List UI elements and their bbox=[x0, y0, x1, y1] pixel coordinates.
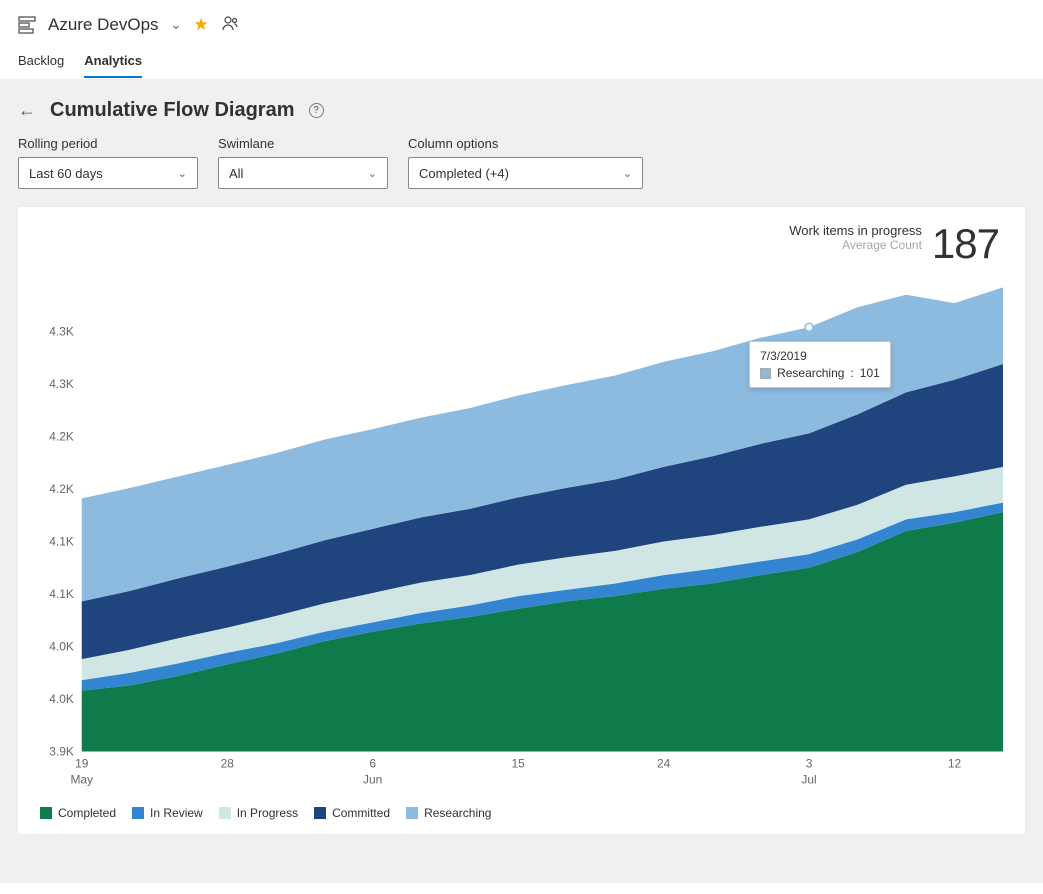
tabs: Backlog Analytics bbox=[0, 41, 1043, 79]
svg-text:Jun: Jun bbox=[363, 772, 382, 786]
svg-text:Jul: Jul bbox=[801, 772, 816, 786]
legend-swatch bbox=[40, 807, 52, 819]
svg-text:4.0K: 4.0K bbox=[49, 639, 74, 653]
page-body: ← Cumulative Flow Diagram ? Rolling peri… bbox=[0, 79, 1043, 883]
legend-label: Committed bbox=[332, 806, 390, 820]
legend-item[interactable]: Committed bbox=[314, 806, 390, 820]
svg-text:4.3K: 4.3K bbox=[49, 324, 74, 338]
chart-card: Work items in progress Average Count 187… bbox=[18, 207, 1025, 834]
svg-text:4.0K: 4.0K bbox=[49, 692, 74, 706]
kpi: Work items in progress Average Count 187 bbox=[34, 223, 999, 265]
legend-swatch bbox=[406, 807, 418, 819]
help-icon[interactable]: ? bbox=[309, 103, 324, 118]
svg-text:12: 12 bbox=[948, 756, 962, 770]
select-value: All bbox=[229, 166, 243, 181]
tooltip-series: Researching bbox=[777, 366, 844, 380]
legend-item[interactable]: In Progress bbox=[219, 806, 298, 820]
filter-label: Swimlane bbox=[218, 136, 388, 151]
legend-swatch bbox=[132, 807, 144, 819]
column-options-select[interactable]: Completed (+4) ⌄ bbox=[408, 157, 643, 189]
select-value: Completed (+4) bbox=[419, 166, 509, 181]
svg-text:19: 19 bbox=[75, 756, 89, 770]
legend-swatch bbox=[314, 807, 326, 819]
filter-rolling-period: Rolling period Last 60 days ⌄ bbox=[18, 136, 198, 189]
kpi-label: Work items in progress bbox=[789, 223, 922, 238]
rolling-period-select[interactable]: Last 60 days ⌄ bbox=[18, 157, 198, 189]
tooltip-value: 101 bbox=[860, 366, 880, 380]
svg-text:6: 6 bbox=[369, 756, 376, 770]
svg-text:4.1K: 4.1K bbox=[49, 587, 74, 601]
chevron-down-icon: ⌄ bbox=[368, 167, 377, 180]
filter-columns: Column options Completed (+4) ⌄ bbox=[408, 136, 643, 189]
product-title[interactable]: Azure DevOps bbox=[48, 15, 159, 35]
select-value: Last 60 days bbox=[29, 166, 103, 181]
svg-text:4.2K: 4.2K bbox=[49, 482, 74, 496]
legend-label: In Review bbox=[150, 806, 203, 820]
chart-legend: Completed In Review In Progress Committed Re… bbox=[34, 796, 1009, 824]
svg-text:24: 24 bbox=[657, 756, 671, 770]
chart-wrap: 3.9K 4.0K 4.0K 4.1K 4.1K 4.2K 4.2K 4.3K 4.3K 19 28… bbox=[34, 269, 1009, 796]
back-arrow-icon[interactable]: ← bbox=[18, 100, 36, 121]
legend-item[interactable]: Researching bbox=[406, 806, 491, 820]
chevron-down-icon: ⌄ bbox=[178, 167, 187, 180]
legend-item[interactable]: Completed bbox=[40, 806, 116, 820]
board-icon bbox=[18, 16, 36, 34]
svg-text:15: 15 bbox=[512, 756, 526, 770]
star-icon[interactable]: ★ bbox=[193, 15, 208, 35]
legend-label: Completed bbox=[58, 806, 116, 820]
header-bar: Azure DevOps ⌄ ★ bbox=[0, 0, 1043, 41]
filter-label: Rolling period bbox=[18, 136, 198, 151]
chevron-down-icon[interactable]: ⌄ bbox=[171, 17, 182, 33]
kpi-sublabel: Average Count bbox=[789, 238, 922, 252]
chevron-down-icon: ⌄ bbox=[623, 167, 632, 180]
svg-text:4.1K: 4.1K bbox=[49, 534, 74, 548]
kpi-value: 187 bbox=[932, 223, 999, 265]
filters: Rolling period Last 60 days ⌄ Swimlane A… bbox=[18, 136, 1025, 189]
filter-label: Column options bbox=[408, 136, 643, 151]
tab-analytics[interactable]: Analytics bbox=[84, 45, 142, 78]
chart-tooltip: 7/3/2019 Researching : 101 bbox=[749, 341, 891, 388]
tooltip-swatch bbox=[760, 368, 771, 379]
tooltip-date: 7/3/2019 bbox=[760, 349, 880, 363]
tab-backlog[interactable]: Backlog bbox=[18, 45, 64, 78]
svg-text:3: 3 bbox=[806, 756, 813, 770]
svg-text:4.2K: 4.2K bbox=[49, 429, 74, 443]
legend-swatch bbox=[219, 807, 231, 819]
team-icon[interactable] bbox=[221, 14, 239, 35]
swimlane-select[interactable]: All ⌄ bbox=[218, 157, 388, 189]
svg-text:4.3K: 4.3K bbox=[49, 377, 74, 391]
title-bar: ← Cumulative Flow Diagram ? bbox=[18, 99, 1025, 122]
svg-text:May: May bbox=[70, 772, 93, 786]
legend-label: In Progress bbox=[237, 806, 298, 820]
filter-swimlane: Swimlane All ⌄ bbox=[218, 136, 388, 189]
legend-item[interactable]: In Review bbox=[132, 806, 203, 820]
svg-text:3.9K: 3.9K bbox=[49, 744, 74, 758]
svg-text:28: 28 bbox=[221, 756, 235, 770]
legend-label: Researching bbox=[424, 806, 491, 820]
page-title: Cumulative Flow Diagram bbox=[50, 99, 295, 122]
